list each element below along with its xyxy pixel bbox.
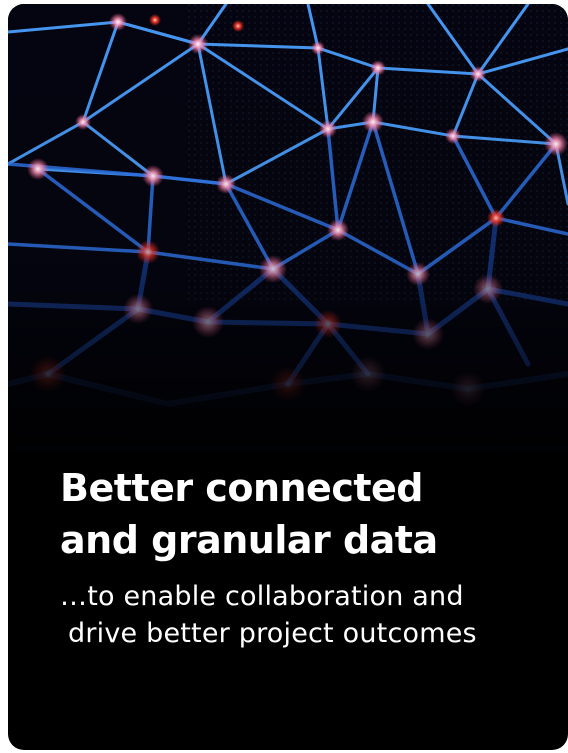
headline-line-1: Better connected	[60, 466, 423, 510]
promo-card: Better connected and granular data …to e…	[8, 4, 568, 750]
subtitle-line-2: drive better project outcomes	[68, 618, 477, 649]
headline: Better connected and granular data	[60, 462, 540, 566]
subtitle: …to enable collaboration and drive bette…	[60, 578, 550, 652]
headline-line-2: and granular data	[60, 518, 438, 562]
subtitle-line-1: …to enable collaboration and	[60, 581, 464, 612]
network-mesh-image	[8, 4, 568, 474]
